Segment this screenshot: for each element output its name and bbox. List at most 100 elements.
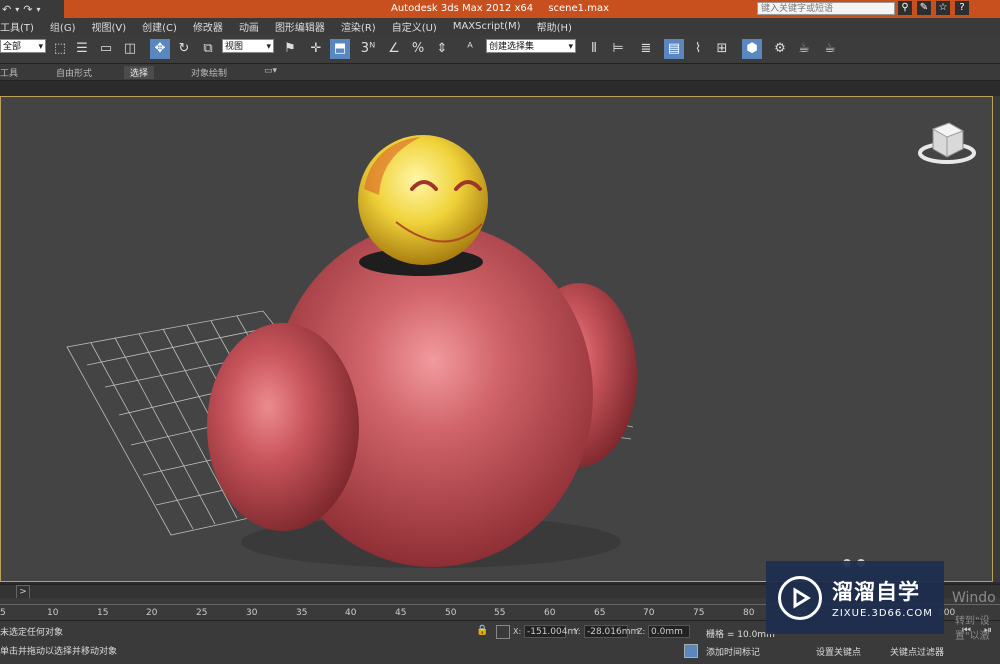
tick-label: 40 <box>345 608 357 618</box>
add-time-tag-icon[interactable] <box>684 644 698 658</box>
undo-icon[interactable]: ↶ <box>2 3 11 16</box>
align-icon[interactable]: ⊨ <box>608 39 628 59</box>
select-rotate-icon[interactable]: ↻ <box>174 39 194 59</box>
left-arm-sphere[interactable] <box>207 323 359 531</box>
spinner-snap-icon[interactable]: ⇕ <box>432 39 452 59</box>
watermark-site: ZIXUE.3D66.COM <box>832 608 933 619</box>
chevron-down-icon[interactable]: ▾ <box>15 5 19 14</box>
tick-label: 75 <box>693 608 705 618</box>
pivot-center-icon[interactable]: ⚑ <box>280 39 300 59</box>
redo-icon[interactable]: ↷ <box>23 3 32 16</box>
snap-label: 3 <box>360 41 370 56</box>
y-coord-field[interactable]: -28.016mm <box>584 625 639 638</box>
tick-label: 15 <box>97 608 109 618</box>
named-selection-dropdown[interactable]: 创建选择集 <box>486 39 576 54</box>
ribbon-options-icon[interactable]: ▭▾ <box>264 66 277 76</box>
tick-label: 50 <box>445 608 457 618</box>
tick-label: 80 <box>743 608 755 618</box>
menu-group[interactable]: 组(G) <box>50 19 76 34</box>
z-label: Z: <box>637 627 646 636</box>
select-scale-icon[interactable]: ⧉ <box>198 39 218 59</box>
render-production-icon[interactable]: ☕ <box>820 39 840 59</box>
star-icon[interactable]: ☆ <box>936 1 950 15</box>
menu-help[interactable]: 帮助(H) <box>537 19 572 34</box>
menu-bar: 工具(T) 组(G) 视图(V) 创建(C) 修改器 动画 图形编辑器 渲染(R… <box>0 18 1000 36</box>
set-key-button[interactable]: 设置关键点 <box>816 645 861 658</box>
rendered-frame-icon[interactable]: ☕ <box>794 39 814 59</box>
tick-label: 30 <box>246 608 258 618</box>
grid-size: 栅格 = 10.0mm <box>706 630 775 640</box>
ribbon-tabs: 工具 自由形式 选择 对象绘制 ▭▾ <box>0 64 1000 81</box>
z-coord-field[interactable]: 0.0mm <box>648 625 690 638</box>
rect-selection-icon[interactable]: ▭ <box>96 39 116 59</box>
tick-label: 25 <box>196 608 208 618</box>
command-panel-edge[interactable] <box>993 96 1000 582</box>
viewcube[interactable] <box>918 122 976 164</box>
add-time-tag-label[interactable]: 添加时间标记 <box>706 645 760 658</box>
tick-label: 20 <box>146 608 158 618</box>
watermark-brand: 溜溜自学 <box>832 580 920 604</box>
search-input[interactable]: 键入关键字或短语 <box>757 2 895 15</box>
reference-coord-dropdown[interactable]: 视图 <box>222 39 274 54</box>
percent-snap-icon[interactable]: % <box>408 39 428 59</box>
tick-label: 60 <box>544 608 556 618</box>
prompt-line: 单击并拖动以选择并移动对象 <box>0 647 118 657</box>
schematic-view-icon[interactable]: ⊞ <box>712 39 732 59</box>
menu-tools[interactable]: 工具(T) <box>0 19 34 34</box>
select-object-icon[interactable]: ⬚ <box>50 39 70 59</box>
x-coord-field[interactable]: -151.004m <box>524 625 576 638</box>
binoculars-icon[interactable]: ⚲ <box>898 1 912 15</box>
tick-label: 55 <box>494 608 506 618</box>
watermark-badge: 溜溜自学 ZIXUE.3D66.COM <box>766 561 944 634</box>
tick-label: 35 <box>296 608 308 618</box>
windows-activation-sub: 转到"设置"以激 <box>955 616 990 642</box>
tab-object-paint[interactable]: 对象绘制 <box>191 66 227 79</box>
quick-access-toolbar: ↶ ▾ ↷ ▾ <box>0 0 64 18</box>
smiley-head[interactable] <box>358 135 488 265</box>
window-crossing-icon[interactable]: ◫ <box>120 39 140 59</box>
menu-customize[interactable]: 自定义(U) <box>392 19 437 34</box>
menu-create[interactable]: 创建(C) <box>142 19 177 34</box>
perspective-viewport[interactable] <box>0 96 993 582</box>
file-name: scene1.max <box>548 3 609 14</box>
tab-freeform[interactable]: 自由形式 <box>56 66 92 79</box>
menu-views[interactable]: 视图(V) <box>91 19 126 34</box>
time-slider-next-icon[interactable]: > <box>16 585 30 599</box>
menu-rendering[interactable]: 渲染(R) <box>341 19 376 34</box>
select-by-name-icon[interactable]: ☰ <box>72 39 92 59</box>
selection-status: 未选定任何对象 <box>0 628 64 638</box>
tab-selection[interactable]: 选择 <box>124 66 155 79</box>
menu-modifiers[interactable]: 修改器 <box>193 19 223 34</box>
tools-icon[interactable]: ✎ <box>917 1 931 15</box>
absolute-mode-icon[interactable] <box>496 625 510 639</box>
curve-editor-icon[interactable]: ⌇ <box>688 39 708 59</box>
lock-selection-icon[interactable]: 🔒 <box>476 625 488 636</box>
tab-tools[interactable]: 工具 <box>0 66 18 79</box>
mirror-icon[interactable]: ⫴ <box>584 39 604 59</box>
menu-graph-editors[interactable]: 图形编辑器 <box>275 19 325 34</box>
selection-filter-dropdown[interactable]: 全部 <box>0 39 46 54</box>
tick-label: 65 <box>594 608 606 618</box>
help-icon[interactable]: ? <box>955 1 969 15</box>
keyboard-shortcut-override-icon[interactable]: ⬒ <box>330 39 350 59</box>
snap-toggle-icon[interactable]: 3ᴺ <box>358 39 378 59</box>
select-manipulate-icon[interactable]: ✛ <box>306 39 326 59</box>
viewport-scene <box>66 122 976 568</box>
tick-label: 45 <box>395 608 407 618</box>
edit-named-selection-icon[interactable]: ᴬ <box>460 39 480 59</box>
render-setup-icon[interactable]: ⚙ <box>770 39 790 59</box>
tick-label: 5 <box>0 608 6 618</box>
windows-activation-title: Windo <box>952 590 996 606</box>
select-move-icon[interactable]: ✥ <box>150 39 170 59</box>
layer-manager-icon[interactable]: ≣ <box>636 39 656 59</box>
graphite-toggle-icon[interactable]: ▤ <box>664 39 684 59</box>
play-logo-icon <box>778 575 822 620</box>
key-filters-button[interactable]: 关键点过滤器 <box>890 645 944 658</box>
x-label: X: <box>513 627 522 636</box>
menu-maxscript[interactable]: MAXScript(M) <box>453 21 521 32</box>
angle-snap-icon[interactable]: ∠ <box>384 39 404 59</box>
menu-animation[interactable]: 动画 <box>239 19 259 34</box>
y-label: Y: <box>574 627 581 636</box>
chevron-down-icon[interactable]: ▾ <box>36 5 40 14</box>
material-editor-icon[interactable]: ⬢ <box>742 39 762 59</box>
